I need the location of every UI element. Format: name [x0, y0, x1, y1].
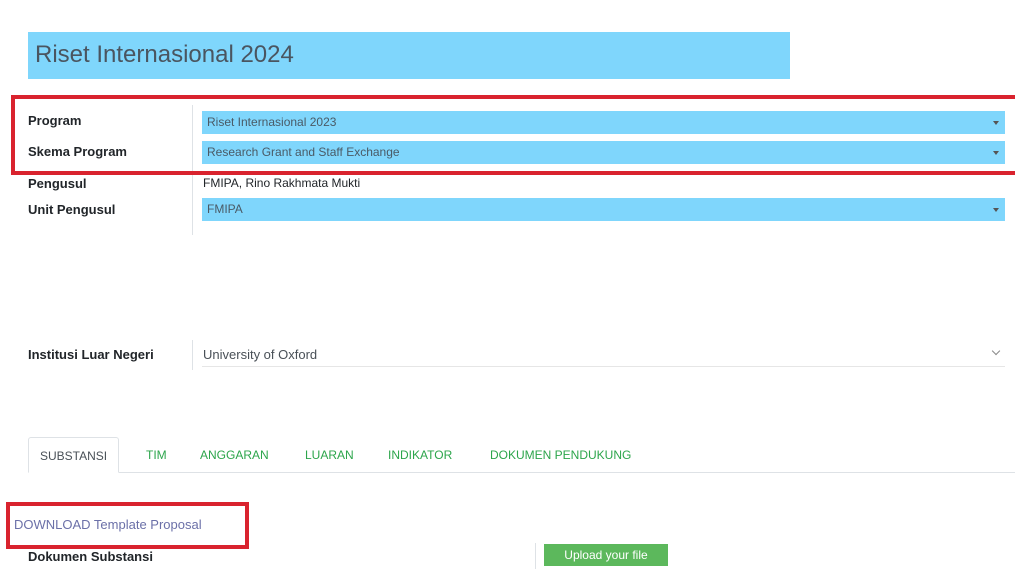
proposal-form-page: Riset Internasional 2024 Program Riset I…: [0, 0, 1015, 583]
caret-down-icon: [993, 121, 999, 125]
pengusul-value: FMIPA, Rino Rakhmata Mukti: [203, 176, 361, 190]
tab-indikator[interactable]: INDIKATOR: [388, 437, 452, 473]
dokumen-substansi-label: Dokumen Substansi: [28, 549, 153, 564]
tab-anggaran[interactable]: ANGGARAN: [200, 437, 269, 473]
caret-down-icon: [993, 151, 999, 155]
institusi-divider: [192, 340, 193, 370]
pengusul-label: Pengusul: [28, 176, 87, 191]
page-title: Riset Internasional 2024: [35, 41, 294, 68]
dokumen-divider: [535, 543, 536, 569]
unit-pengusul-select[interactable]: FMIPA: [202, 198, 1005, 221]
program-label: Program: [28, 113, 82, 128]
skema-program-select-value: Research Grant and Staff Exchange: [207, 145, 400, 159]
skema-program-select[interactable]: Research Grant and Staff Exchange: [202, 141, 1005, 164]
upload-file-button[interactable]: Upload your file: [544, 544, 668, 566]
institusi-label: Institusi Luar Negeri: [28, 347, 154, 362]
download-template-link[interactable]: DOWNLOAD Template Proposal: [14, 517, 202, 532]
proposal-tabs: SUBSTANSI TIM ANGGARAN LUARAN INDIKATOR …: [28, 437, 1015, 473]
tab-dokumen-pendukung[interactable]: DOKUMEN PENDUKUNG: [490, 437, 631, 473]
program-select-value: Riset Internasional 2023: [207, 115, 337, 129]
unit-pengusul-select-value: FMIPA: [207, 202, 243, 216]
form-column-divider: [192, 105, 193, 235]
unit-pengusul-label: Unit Pengusul: [28, 202, 116, 217]
institusi-select-value: University of Oxford: [203, 347, 318, 362]
tab-substansi[interactable]: SUBSTANSI: [28, 437, 120, 473]
institusi-select[interactable]: University of Oxford: [202, 343, 1005, 367]
tab-tim[interactable]: TIM: [146, 437, 167, 473]
page-title-box: Riset Internasional 2024: [28, 32, 790, 79]
skema-program-label: Skema Program: [28, 144, 127, 159]
program-select[interactable]: Riset Internasional 2023: [202, 111, 1005, 134]
tab-luaran[interactable]: LUARAN: [305, 437, 354, 473]
caret-down-icon: [993, 208, 999, 212]
chevron-down-icon: [991, 346, 1001, 356]
